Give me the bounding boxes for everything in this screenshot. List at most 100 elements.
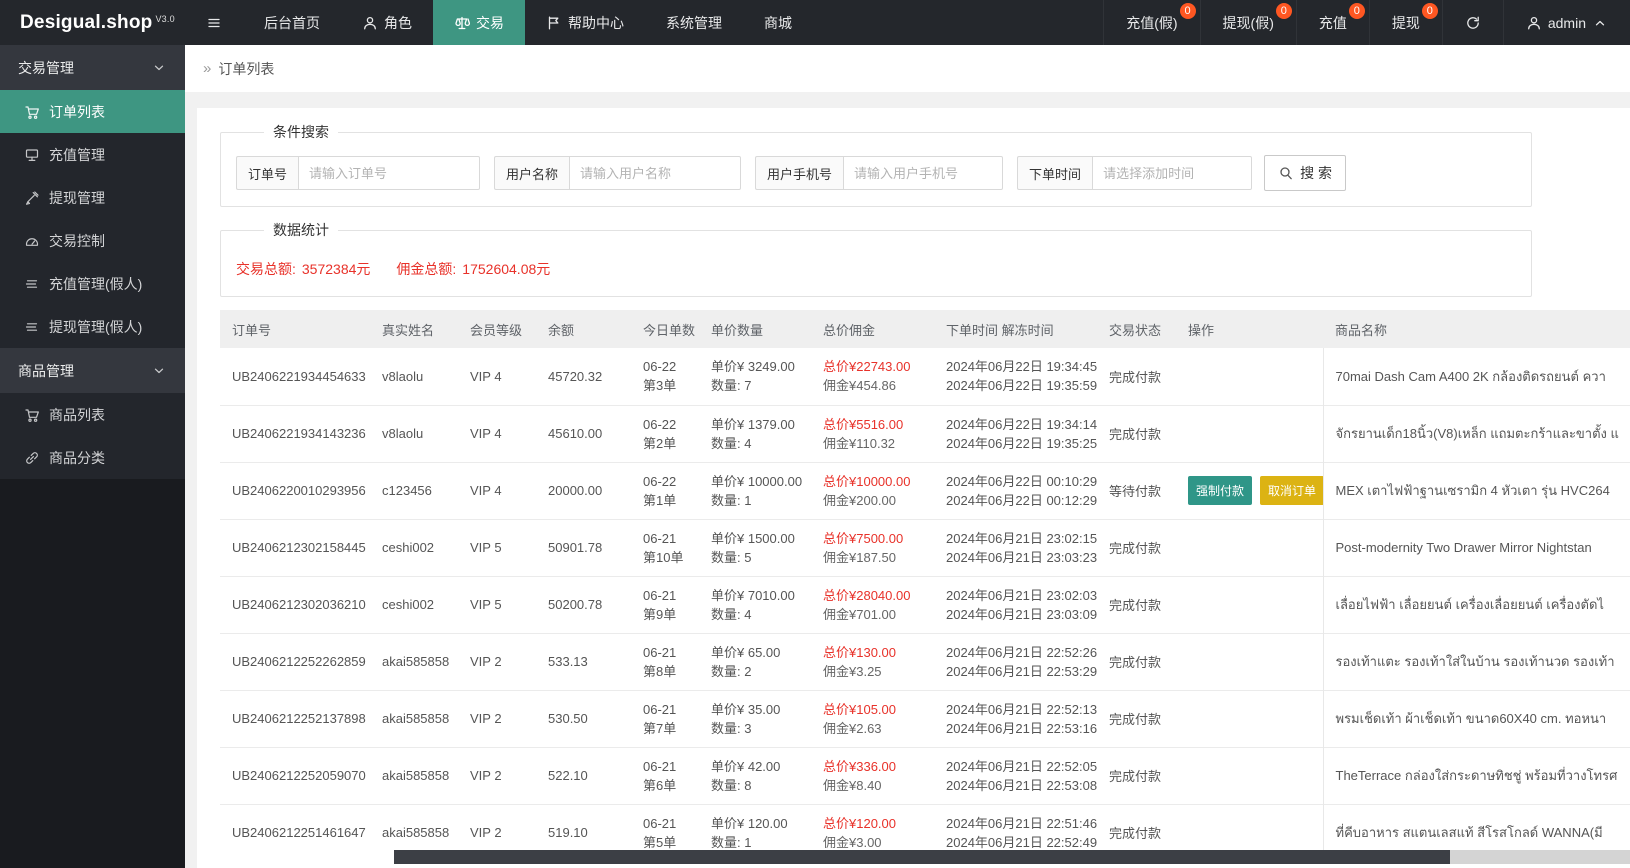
sidebar-item-goods-list[interactable]: 商品列表 (0, 393, 185, 436)
chevron-up-icon (1595, 20, 1605, 25)
nav-help-center[interactable]: 帮助中心 (525, 0, 645, 45)
search-button[interactable]: 搜 索 (1264, 155, 1346, 191)
username: admin (1547, 14, 1586, 31)
sidebar-item-recharge-fake[interactable]: 充值管理(假人) (0, 262, 185, 305)
total-commission-cell: 总价¥28040.00 佣金¥701.00 (823, 587, 911, 622)
total-commission-cell: 总价¥5516.00 佣金¥110.32 (823, 416, 904, 451)
sidebar-item-withdraw-fake[interactable]: 提现管理(假人) (0, 305, 185, 348)
breadcrumb-arrows-icon: » (203, 60, 212, 77)
daily-orders-cell: 06-22 第3单 (643, 359, 677, 394)
order-no-input[interactable] (298, 156, 481, 190)
unit-price-qty-cell: 单价¥ 7010.00 数量: 4 (711, 587, 795, 622)
list-icon (25, 322, 38, 331)
refresh-button[interactable] (1441, 0, 1503, 45)
product-name-cell: Post-modernity Two Drawer Mirror Nightst… (1335, 540, 1592, 555)
recharge-badge: 0 (1348, 3, 1365, 19)
chevron-down-icon (154, 368, 164, 373)
orders-tbody: UB2406221934454633 v8laolu VIP 4 45720.3… (220, 348, 1630, 861)
nav-mall[interactable]: 商城 (743, 0, 813, 45)
balance-cell: 50200.78 (548, 597, 603, 612)
sidebar-group-trade[interactable]: 交易管理 (0, 45, 185, 90)
real-name-cell: v8laolu (382, 426, 424, 441)
order-time-cell: 2024年06月22日 19:34:14 2024年06月22日 19:35:2… (946, 416, 1097, 451)
sidebar-item-order-list[interactable]: 订单列表 (0, 90, 185, 133)
user-phone-input[interactable] (843, 156, 1004, 190)
vip-level-cell: VIP 4 (470, 426, 502, 441)
real-name-cell: ceshi002 (382, 597, 435, 612)
total-commission-cell: 总价¥10000.00 佣金¥200.00 (823, 473, 911, 508)
trade-status-cell: 完成付款 (1109, 712, 1162, 727)
table-row: UB2406212252059070 akai585858 VIP 2 522.… (220, 747, 1630, 804)
quick-withdraw-fake[interactable]: 提现(假) 0 (1199, 0, 1296, 45)
order-time-cell: 2024年06月21日 23:02:03 2024年06月21日 23:03:0… (946, 587, 1097, 622)
col-real-name: 真实姓名 (370, 310, 458, 348)
quick-recharge-fake[interactable]: 充值(假) 0 (1103, 0, 1199, 45)
stats-panel-legend: 数据统计 (273, 222, 329, 238)
user-name-input[interactable] (569, 156, 742, 190)
breadcrumb: » 订单列表 (185, 45, 1630, 92)
table-row: UB2406221934143236 v8laolu VIP 4 45610.0… (220, 405, 1630, 462)
trade-status-cell: 完成付款 (1109, 369, 1162, 385)
sidebar-item-withdraw-mgmt[interactable]: 提现管理 (0, 176, 185, 219)
user-icon (364, 16, 376, 29)
user-menu[interactable]: admin (1502, 0, 1630, 45)
order-time-label: 下单时间 (1017, 156, 1093, 190)
unit-price-qty-cell: 单价¥ 65.00 数量: 2 (711, 644, 781, 679)
sidebar-group-goods[interactable]: 商品管理 (0, 348, 185, 393)
order-no-cell: UB2406221934143236 (232, 426, 366, 441)
user-phone-label: 用户手机号 (755, 156, 844, 190)
scrollbar-thumb[interactable] (394, 850, 1450, 864)
nav-system[interactable]: 系统管理 (645, 0, 743, 45)
cart-icon (25, 408, 39, 422)
product-name-cell: พรมเช็ดเท้า ผ้าเช็ดเท้า ขนาด60X40 cm. ทอ… (1335, 711, 1607, 726)
nav-home[interactable]: 后台首页 (243, 0, 341, 45)
stats-panel: 数据统计 交易总额: 3572384元 佣金总额: 1752604.08元 (220, 220, 1532, 297)
cancel-order-button[interactable]: 取消订单 (1260, 476, 1322, 505)
link-icon (26, 451, 38, 464)
col-daily-orders: 今日单数 (631, 310, 699, 348)
col-order-no: 订单号 (220, 310, 370, 348)
table-row: UB2406220010293956 c123456 VIP 4 20000.0… (220, 462, 1630, 519)
sidebar-item-goods-category[interactable]: 商品分类 (0, 436, 185, 479)
table-row: UB2406212252262859 akai585858 VIP 2 533.… (220, 633, 1630, 690)
withdraw-badge: 0 (1421, 3, 1438, 19)
sidebar: 交易管理 订单列表 充值管理 提现管理 交易控制 充值管理(假人) 提现管理(假… (0, 45, 185, 868)
horizontal-scrollbar[interactable] (394, 850, 1630, 864)
daily-orders-cell: 06-21 第6单 (643, 758, 677, 793)
quick-recharge[interactable]: 充值 0 (1295, 0, 1369, 45)
sidebar-item-trade-control[interactable]: 交易控制 (0, 219, 185, 262)
user-name-label: 用户名称 (494, 156, 570, 190)
actions-cell (1176, 405, 1324, 462)
vip-level-cell: VIP 4 (470, 483, 502, 498)
daily-orders-cell: 06-21 第7单 (643, 701, 677, 736)
balance-cell: 45610.00 (548, 426, 603, 441)
order-no-group: 订单号 (236, 156, 481, 190)
order-time-cell: 2024年06月21日 23:02:15 2024年06月21日 23:03:2… (946, 530, 1097, 565)
daily-orders-cell: 06-21 第9单 (643, 587, 677, 622)
product-name-cell: 70mai Dash Cam A400 2K กล้องติดรถยนต์ คว… (1335, 368, 1606, 384)
unit-price-qty-cell: 单价¥ 1500.00 数量: 5 (711, 530, 795, 565)
actions-cell (1176, 348, 1324, 405)
table-row: UB2406221934454633 v8laolu VIP 4 45720.3… (220, 348, 1630, 405)
search-panel-legend: 条件搜索 (273, 124, 329, 140)
real-name-cell: c123456 (382, 483, 432, 498)
billboard-icon (25, 148, 39, 161)
balance-cell: 45720.32 (548, 368, 603, 384)
unit-price-qty-cell: 单价¥ 42.00 数量: 8 (711, 758, 781, 793)
sidebar-item-recharge-mgmt[interactable]: 充值管理 (0, 133, 185, 176)
sidebar-toggle-button[interactable] (185, 0, 243, 45)
brand-logo: Desigual.shop V3.0 (0, 0, 185, 45)
vip-level-cell: VIP 2 (470, 654, 502, 669)
nav-roles[interactable]: 角色 (341, 0, 433, 45)
balance-cell: 533.13 (548, 654, 588, 669)
col-vip-level: 会员等级 (458, 310, 536, 348)
nav-trade[interactable]: 交易 (433, 0, 525, 45)
hamburger-icon (206, 15, 222, 31)
daily-orders-cell: 06-21 第8单 (643, 644, 677, 679)
quick-withdraw[interactable]: 提现 0 (1368, 0, 1442, 45)
flag-icon (548, 16, 559, 29)
real-name-cell: akai585858 (382, 768, 450, 783)
order-time-input[interactable] (1092, 156, 1253, 190)
force-pay-button[interactable]: 强制付款 (1188, 476, 1253, 505)
table-row: UB2406212302158445 ceshi002 VIP 5 50901.… (220, 519, 1630, 576)
